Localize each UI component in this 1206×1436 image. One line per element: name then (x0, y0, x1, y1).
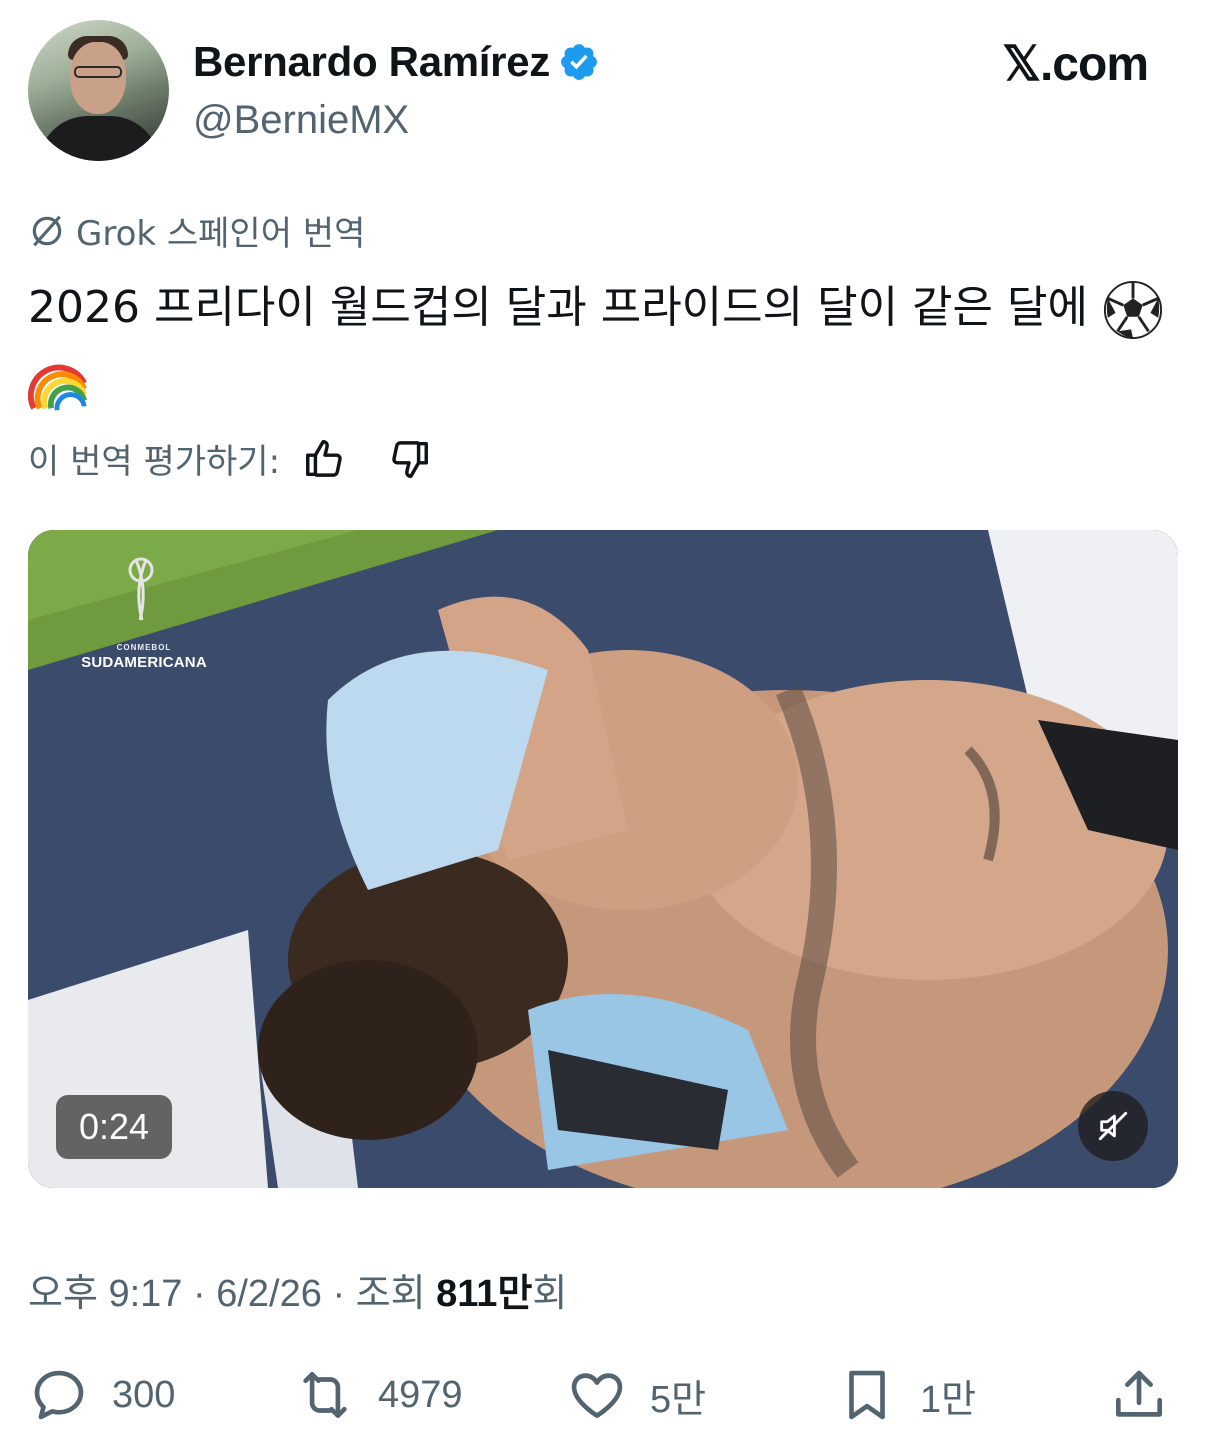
avatar-shirt (38, 116, 160, 161)
author-name-row[interactable]: Bernardo Ramírez (193, 38, 600, 86)
grok-icon (32, 215, 62, 246)
rate-translation: 이 번역 평가하기: (28, 434, 432, 483)
views-suffix: 회 (532, 1273, 568, 1315)
tweet-body: 2026 프리다이 월드컵의 달과 프라이드의 달이 같은 달에 (28, 282, 1088, 333)
rate-translation-label: 이 번역 평가하기: (28, 442, 281, 482)
league-logo-name: SUDAMERICANA (81, 654, 207, 671)
rainbow-emoji (28, 364, 88, 411)
avatar-glasses (74, 66, 122, 78)
thumbs-up-icon[interactable] (302, 436, 348, 482)
share-button[interactable] (1108, 1362, 1170, 1428)
action-bar: 300 4979 5만 1만 (28, 1362, 1178, 1432)
meta-separator: · (193, 1273, 206, 1315)
author-avatar[interactable] (28, 20, 169, 161)
heart-icon (571, 1373, 623, 1418)
verified-badge-icon (561, 44, 597, 80)
repost-count: 4979 (378, 1373, 463, 1416)
translation-text: Grok 스페인어 번역 (76, 214, 366, 254)
repost-icon (303, 1372, 347, 1418)
video-duration: 0:24 (56, 1095, 172, 1159)
repost-button[interactable]: 4979 (294, 1362, 463, 1428)
bookmark-icon (849, 1370, 885, 1420)
meta-separator: · (332, 1273, 346, 1315)
video-frame (28, 530, 1178, 1188)
bookmark-count: 1만 (920, 1378, 977, 1421)
league-logo-small: CONMEBOL (116, 643, 172, 652)
soccer-ball-emoji (1103, 280, 1163, 340)
share-icon (1116, 1370, 1162, 1417)
translation-label: Grok 스페인어 번역 (28, 206, 365, 255)
author-handle[interactable]: @BernieMX (193, 98, 409, 143)
author-name[interactable]: Bernardo Ramírez (193, 38, 550, 86)
tweet-time[interactable]: 오후 9:17 (28, 1273, 182, 1315)
reply-count: 300 (112, 1373, 176, 1416)
like-button[interactable]: 5만 (566, 1362, 706, 1428)
muted-speaker-icon (1098, 1111, 1128, 1141)
thumbs-down-icon[interactable] (386, 436, 432, 482)
like-count: 5만 (650, 1378, 707, 1421)
site-brand: 𝕏.com (1002, 38, 1149, 91)
tweet-text: 2026 프리다이 월드컵의 달과 프라이드의 달이 같은 달에 (28, 270, 1178, 420)
views-prefix: 조회 (355, 1273, 426, 1315)
views-count: 811만 (436, 1273, 533, 1315)
reply-icon (34, 1370, 84, 1420)
mute-button[interactable] (1078, 1091, 1148, 1161)
reply-button[interactable]: 300 (28, 1362, 175, 1428)
league-logo: CONMEBOL SUDAMERICANA (74, 643, 214, 671)
tweet-meta: 오후 9:17 · 6/2/26 · 조회 811만회 (28, 1262, 567, 1317)
video-player[interactable]: CONMEBOL SUDAMERICANA 0:24 (28, 530, 1178, 1188)
tweet-date[interactable]: 6/2/26 (216, 1273, 322, 1315)
bookmark-button[interactable]: 1만 (836, 1362, 976, 1428)
avatar-face (70, 42, 126, 114)
